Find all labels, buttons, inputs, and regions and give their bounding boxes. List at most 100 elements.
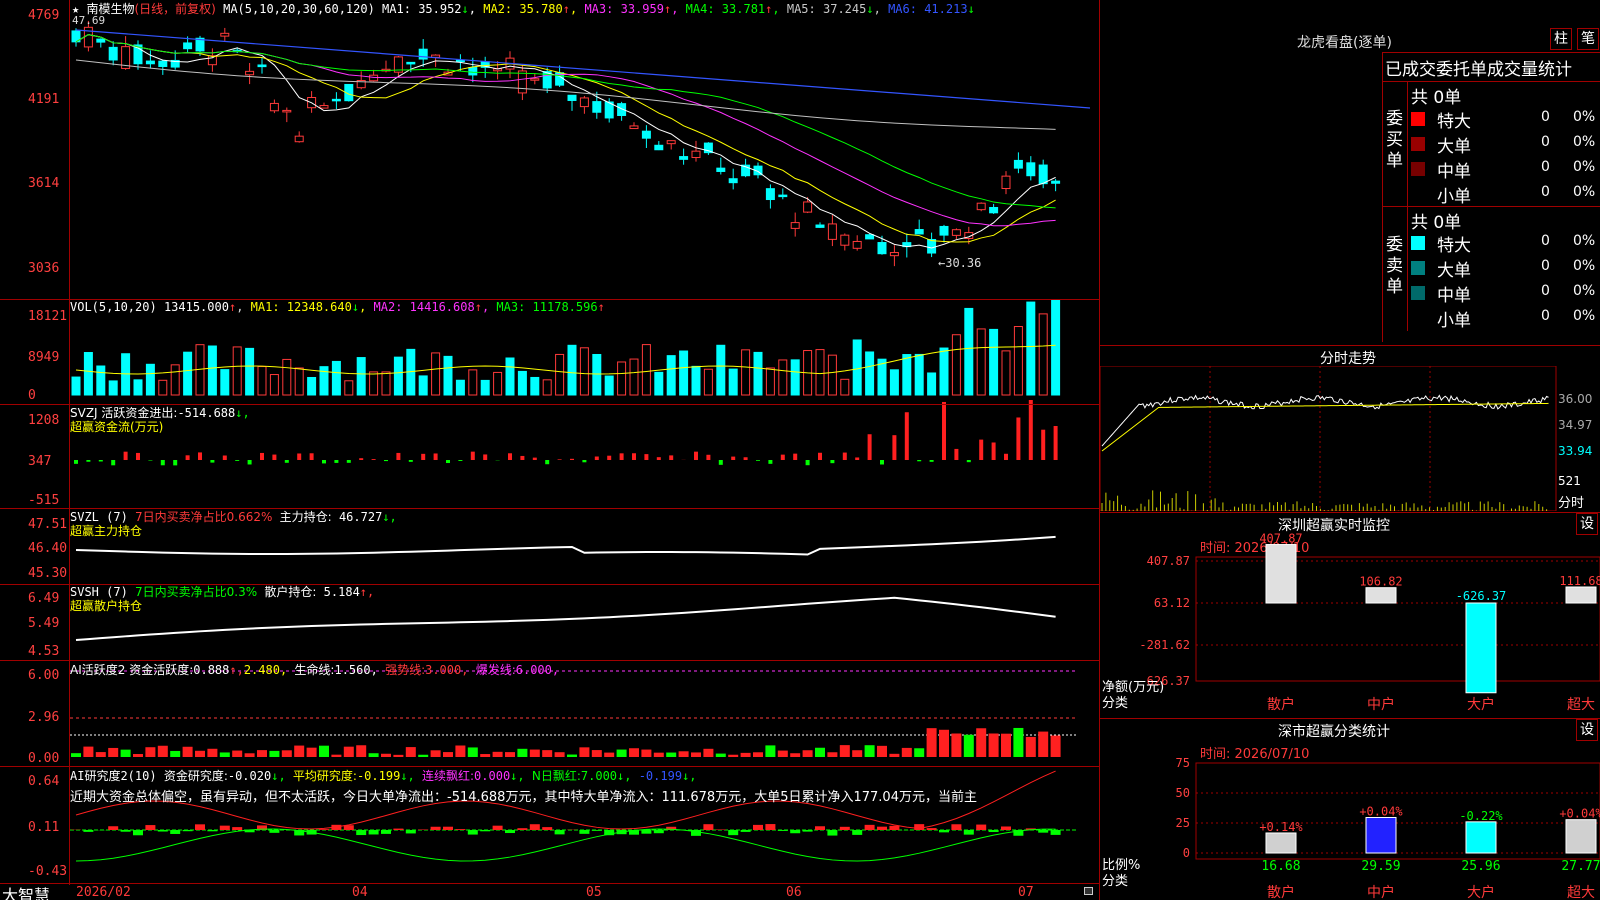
research-bar	[976, 824, 987, 830]
research-bar	[517, 828, 528, 830]
month-label: 05	[586, 885, 602, 900]
research-bar	[145, 825, 156, 830]
research-bar	[108, 826, 119, 830]
month-label: 2026/02	[76, 885, 131, 900]
change-label: +0.04%	[1359, 804, 1403, 818]
order-count: 0	[1541, 233, 1550, 249]
order-pct: 0%	[1573, 233, 1596, 249]
avg-price-line	[1101, 402, 1549, 452]
intraday-y: 36.00	[1558, 392, 1593, 406]
research-bar	[777, 830, 788, 831]
color-swatch	[1411, 286, 1425, 300]
change-label: +0.14%	[1259, 820, 1303, 834]
category-label: 超大	[1567, 697, 1595, 713]
order-type: 大单	[1437, 137, 1471, 157]
order-pct: 0%	[1573, 159, 1596, 175]
order-pct: 0%	[1573, 258, 1596, 274]
net-bar	[1365, 587, 1397, 604]
research-bar	[157, 830, 168, 832]
color-swatch	[1411, 261, 1425, 275]
category-axis-label: 分类	[1102, 696, 1128, 711]
intraday-y: 34.97	[1558, 418, 1593, 432]
net-bar	[1265, 544, 1297, 604]
ratio-bar	[1565, 819, 1597, 854]
research-bar	[120, 830, 131, 832]
intraday-panel[interactable]: 分时走势 36.00 34.97 33.94 521 分时	[1100, 345, 1600, 511]
ratio-bar	[1365, 816, 1397, 854]
category-label: 散户	[1267, 884, 1295, 900]
research-bar	[170, 830, 181, 834]
month-label: 04	[352, 885, 368, 900]
pct-label: 16.68	[1261, 859, 1300, 874]
bar-value: 111.68	[1559, 574, 1600, 588]
order-count: 0	[1541, 109, 1550, 125]
research-bar	[182, 830, 193, 832]
color-swatch	[1411, 112, 1425, 126]
research-bar	[579, 830, 590, 834]
order-pct: 0%	[1573, 308, 1596, 324]
research-bar	[356, 830, 367, 836]
order-row: 小单 0 0%	[1411, 306, 1600, 331]
y-tick: 0	[1183, 846, 1190, 860]
research-bar	[963, 830, 974, 835]
research-bar	[951, 824, 962, 830]
category-label: 大户	[1467, 884, 1495, 900]
tick-mode-button[interactable]: 笔	[1577, 28, 1599, 50]
research-bar	[728, 830, 739, 836]
time-axis: 大智慧 2026/02 04 05 06 07	[0, 883, 1100, 900]
research-bar	[207, 830, 218, 832]
research-bar	[926, 828, 937, 830]
brand-label: 大智慧	[2, 886, 51, 900]
kline-chart-area[interactable]: ★ 南模生物(日线，前复权) MA(5,10,20,30,60,120) MA1…	[0, 0, 1100, 900]
bar-mode-button[interactable]: 柱	[1550, 28, 1572, 50]
bar-value: -626.37	[1456, 589, 1507, 603]
order-count: 0	[1541, 283, 1550, 299]
order-count: 0	[1541, 134, 1550, 150]
order-type: 中单	[1437, 162, 1471, 182]
ai-research-header: AI研究度2(10) 资金研究度:-0.020↓, 平均研究度:-0.199↓,…	[70, 769, 697, 783]
order-row: 特大 0 0%	[1411, 231, 1600, 256]
research-bar	[529, 824, 540, 830]
research-bar	[641, 830, 652, 834]
research-bar	[492, 825, 503, 830]
order-type: 大单	[1437, 261, 1471, 281]
ratio-bar	[1265, 832, 1297, 854]
order-pct: 0%	[1573, 109, 1596, 125]
research-bar	[740, 830, 751, 832]
category-label: 大户	[1467, 696, 1495, 713]
sell-total: 共 0单	[1411, 213, 1462, 233]
research-bar	[1001, 826, 1011, 830]
bar-value: 407.87	[1259, 532, 1302, 546]
intraday-chart[interactable]	[1100, 366, 1600, 511]
sz-net-chart: 407.87 63.12 -281.62 -626.37 407.87 散户 106.82 中…	[1102, 532, 1600, 713]
month-label: 06	[786, 885, 802, 900]
change-label: +0.04%	[1559, 807, 1600, 821]
order-row: 中单 0 0%	[1411, 281, 1600, 306]
research-bar	[877, 826, 887, 830]
research-bar	[703, 824, 714, 830]
order-row: 小单 0 0%	[1411, 182, 1600, 207]
research-bar	[889, 825, 900, 830]
lock-icon[interactable]	[1084, 887, 1093, 895]
unit-label: 比例%	[1102, 858, 1140, 873]
order-row: 中单 0 0%	[1411, 157, 1600, 182]
order-type: 中单	[1437, 286, 1471, 306]
research-bar	[319, 829, 329, 830]
research-bar	[430, 826, 441, 830]
ai2-tick: -0.43	[28, 864, 68, 879]
order-row: 大单 0 0%	[1411, 132, 1600, 157]
ai2-tick: 0.64	[28, 774, 60, 789]
color-swatch	[1411, 137, 1425, 151]
research-bar	[753, 824, 763, 830]
sz-monitor-panel: 深圳超赢实时监控 设 时间: 2026/07/10 407.87 63.12 -28…	[1100, 512, 1600, 714]
right-sidebar: 龙虎看盘(逐单) 柱 笔 已成交委托单成交量统计 委买单 共 0单 特大 0 0% 大…	[1100, 0, 1600, 900]
category-label: 散户	[1267, 696, 1295, 713]
unit-label: 净额(万元)	[1102, 680, 1164, 695]
research-bar	[827, 830, 838, 836]
category-label: 中户	[1367, 696, 1395, 713]
intraday-vol: 521	[1558, 474, 1581, 488]
research-bar	[802, 830, 813, 832]
price-line	[1101, 394, 1549, 447]
intraday-title: 分时走势	[1320, 351, 1376, 367]
change-label: -0.22%	[1459, 809, 1503, 823]
